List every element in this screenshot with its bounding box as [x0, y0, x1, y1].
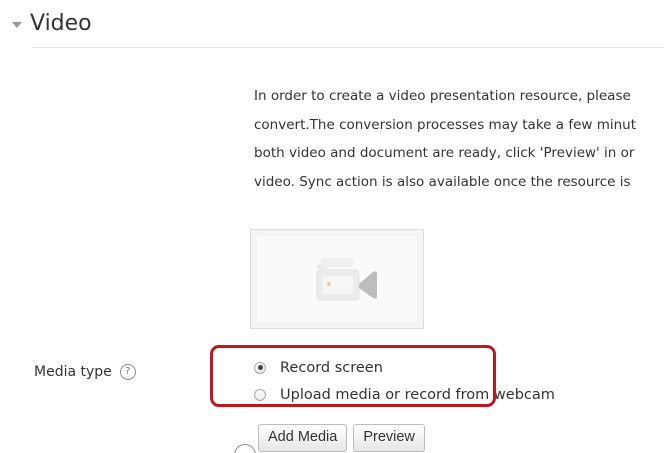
add-media-button[interactable]: Add Media	[258, 424, 348, 452]
instructions-text: In order to create a video presentation …	[254, 82, 664, 196]
media-type-label: Media type ?	[34, 364, 136, 380]
section-divider	[32, 47, 664, 48]
clipped-circle-icon	[234, 444, 256, 453]
video-placeholder	[250, 229, 424, 329]
radio-label-upload-media[interactable]: Upload media or record from webcam	[280, 387, 555, 403]
section-title: Video	[30, 11, 92, 36]
instructions-line: both video and document are ready, click…	[254, 145, 635, 161]
chevron-down-icon[interactable]	[12, 22, 22, 28]
section-header-video[interactable]: Video	[12, 8, 92, 40]
video-placeholder-inner	[257, 236, 417, 322]
video-settings-page: Video In order to create a video present…	[0, 0, 664, 453]
video-camera-icon	[316, 258, 377, 301]
radio-record-screen[interactable]	[254, 361, 266, 374]
radio-option-upload-media[interactable]: Upload media or record from webcam	[254, 381, 555, 408]
radio-label-record-screen[interactable]: Record screen	[280, 360, 383, 376]
media-buttons: Add Media Preview	[258, 424, 425, 452]
instructions-line: video. Sync action is also available onc…	[254, 173, 631, 190]
preview-button[interactable]: Preview	[353, 424, 425, 452]
radio-upload-media[interactable]	[254, 388, 266, 401]
media-type-label-text: Media type	[34, 364, 112, 380]
instructions-line: convert.The conversion processes may tak…	[254, 116, 637, 133]
help-icon[interactable]: ?	[119, 364, 136, 380]
radio-option-record-screen[interactable]: Record screen	[254, 354, 555, 381]
instructions-line: In order to create a video presentation …	[254, 88, 631, 104]
media-type-radio-group: Record screen Upload media or record fro…	[254, 354, 555, 408]
